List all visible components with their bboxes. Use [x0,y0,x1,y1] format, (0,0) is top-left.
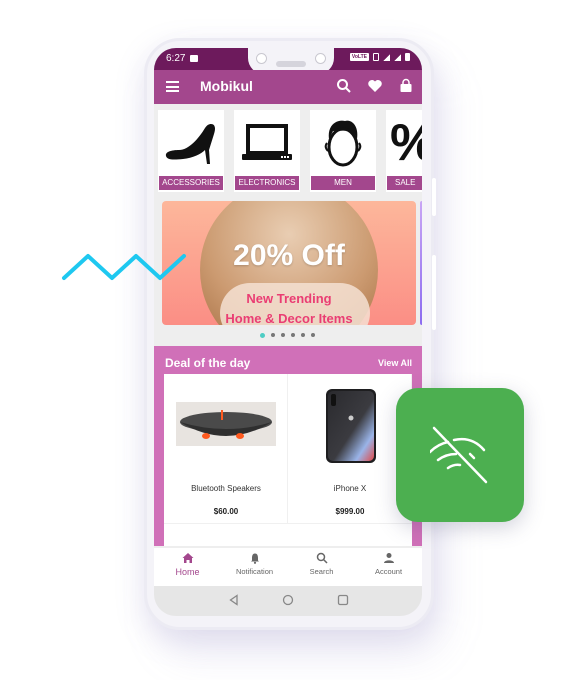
app-title: Mobikul [200,78,253,94]
pagination-dot[interactable] [311,333,315,337]
promo-banner[interactable]: 20% Off New Trending Home & Decor Items [162,201,416,325]
image-notification-icon [190,55,198,62]
pagination-dot[interactable] [291,333,295,337]
category-sale[interactable]: % SALE [386,110,422,192]
pagination-dot[interactable] [301,333,305,337]
app-bar: Mobikul [154,70,422,104]
nav-account[interactable]: Account [355,552,422,576]
next-banner-peek [420,201,422,325]
product-price: $999.00 [335,507,365,516]
phone-screen: 6:27 VoLTE Mobikul ACCESSORIES ELECTRONI… [154,48,422,616]
heart-icon[interactable] [367,78,383,94]
category-men[interactable]: MEN [310,110,376,192]
battery-icon [405,53,410,61]
nav-label: Account [374,567,403,576]
category-label: SALE [387,176,422,190]
bell-icon [250,553,259,564]
deal-of-the-day-section: Deal of the day View All Bluetooth Speak… [154,346,422,546]
search-icon[interactable] [336,78,352,94]
category-accessories[interactable]: ACCESSORIES [158,110,224,192]
home-icon [182,553,193,563]
section-title: Deal of the day [165,356,251,370]
category-label: ELECTRONICS [235,176,299,190]
camera-icon [256,53,267,64]
phone-side-button [432,255,436,330]
menu-icon[interactable] [166,81,179,92]
category-strip: ACCESSORIES ELECTRONICS MEN % SALE [154,106,422,198]
view-all-link[interactable]: View All [378,358,412,368]
search-icon [316,552,328,564]
banner-line-2: Home & Decor Items [225,311,353,325]
nav-notification[interactable]: Notification [221,552,288,576]
category-label: MEN [311,176,375,190]
category-label: ACCESSORIES [159,176,223,190]
nav-label: Search [309,567,334,576]
banner-headline: 20% Off [233,239,345,272]
person-icon [383,553,394,563]
product-name: Bluetooth Speakers [191,484,261,493]
camera-icon [315,53,326,64]
nav-label: Notification [235,567,274,576]
zigzag-decoration [62,254,186,280]
banner-pagination [260,332,315,338]
phone-side-button [432,178,436,216]
percent-icon: % [390,117,422,169]
signal-icon [394,53,401,61]
pagination-dot[interactable] [271,333,275,337]
product-card[interactable]: Bluetooth Speakers $60.00 [164,374,288,524]
system-navigation-bar [154,586,422,616]
product-card[interactable]: iPhone X $999.00 [288,374,412,524]
product-price: $60.00 [213,507,239,516]
laptop-icon [242,124,292,160]
iphone-image [326,389,376,463]
pagination-dot-active[interactable] [260,332,265,338]
cart-bag-icon[interactable] [398,78,414,94]
nav-label: Home [175,567,200,577]
speaker-grille [276,61,306,67]
high-heel-icon [165,124,215,164]
recents-icon[interactable] [337,594,349,606]
wifi-off-icon [430,426,488,484]
status-time: 6:27 [166,53,186,64]
category-electronics[interactable]: ELECTRONICS [234,110,300,192]
nav-home[interactable]: Home [154,552,221,577]
volte-badge: VoLTE [349,53,369,61]
home-circle-icon[interactable] [282,594,294,606]
product-name: iPhone X [333,484,367,493]
product-grid: Bluetooth Speakers $60.00 iPhone X $999.… [164,374,412,546]
bottom-navigation: Home Notification Search Account [154,548,422,586]
back-icon[interactable] [228,594,240,606]
banner-line-1: New Trending [246,291,332,306]
pagination-dot[interactable] [281,333,285,337]
speaker-image [176,402,276,446]
signal-icon [383,53,390,61]
vibrate-icon [373,53,379,61]
offline-tile [396,388,524,522]
man-face-icon [324,120,362,167]
nav-search[interactable]: Search [288,552,355,576]
